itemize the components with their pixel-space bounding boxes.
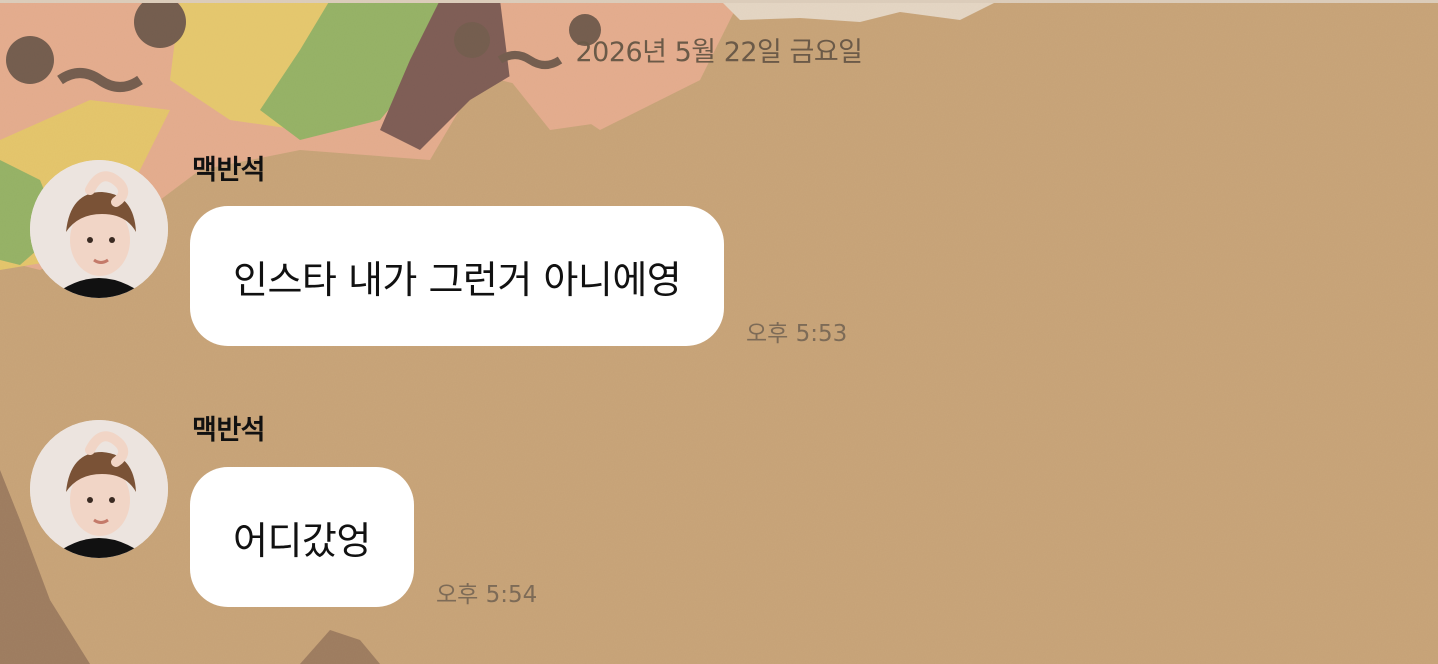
message-text: 어디갔엉	[233, 518, 371, 563]
message-timestamp: 오후 5:53	[746, 321, 848, 347]
message-text: 인스타 내가 그런거 아니에영	[233, 257, 682, 302]
message-timestamp: 오후 5:54	[436, 582, 538, 608]
avatar[interactable]	[30, 420, 168, 558]
date-separator: 2026년 5월 22일 금요일	[575, 37, 863, 68]
sender-name: 맥반석	[192, 415, 266, 446]
sender-name: 맥반석	[192, 155, 266, 186]
avatar[interactable]	[30, 160, 168, 298]
profile-photo	[30, 420, 168, 558]
message-bubble[interactable]: 인스타 내가 그런거 아니에영	[190, 206, 725, 346]
message-bubble[interactable]: 어디갔엉	[190, 467, 414, 607]
profile-photo	[30, 160, 168, 298]
